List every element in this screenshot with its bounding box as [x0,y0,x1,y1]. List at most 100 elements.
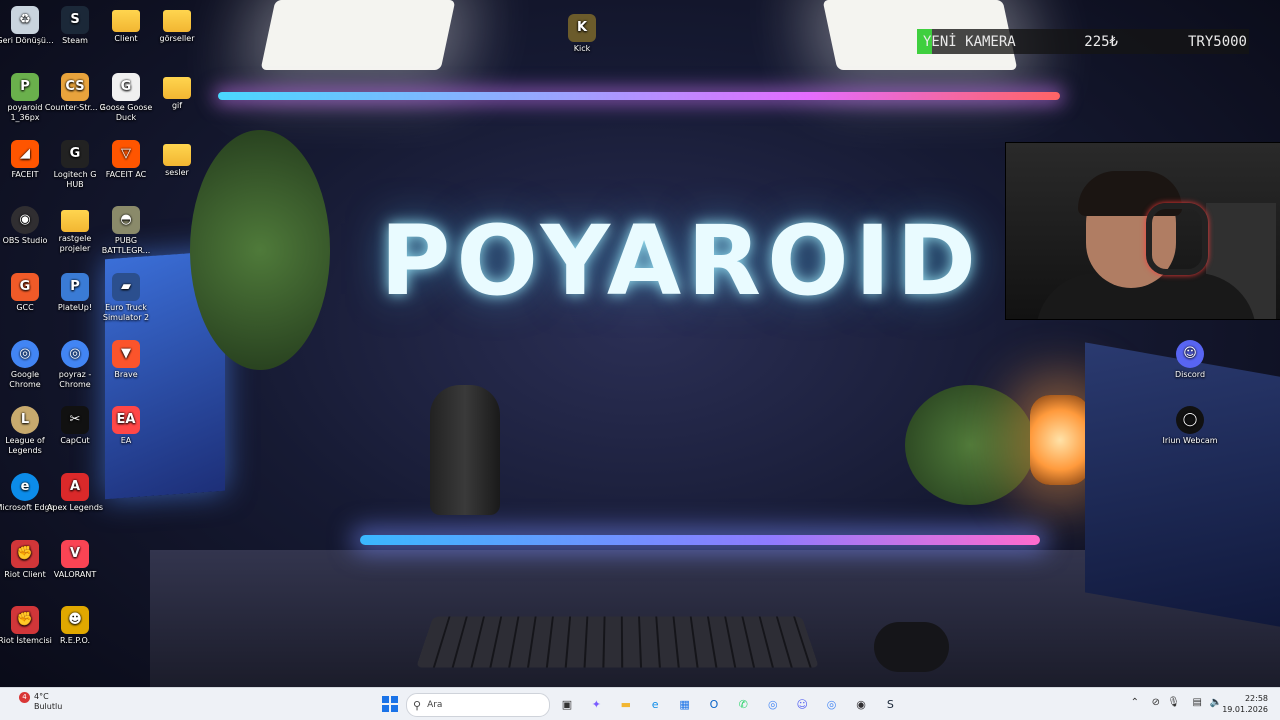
microphone-icon[interactable]: 🎙 [1167,697,1180,708]
clock[interactable]: 22:58 19.01.2026 [1222,693,1268,715]
riot-icon: ✊ [11,540,39,568]
neon-light-bar [218,92,1060,100]
taskbar-task-view-icon[interactable]: ▣ [557,694,577,714]
desktop-icon-kick[interactable]: K Kick [551,14,613,54]
start-button[interactable] [380,694,400,714]
desktop-icon-brave[interactable]: ▼ Brave [95,340,157,380]
taskbar-edge-icon[interactable]: e [645,694,665,714]
desktop-icon-folder[interactable]: sesler [146,140,208,178]
taskbar-search-box[interactable]: ⚲ Ara [406,693,550,717]
valorant-icon: V [61,540,89,568]
desktop-icon-discord[interactable]: ☺ Discord [1159,340,1221,380]
desktop-icon-label: R.E.P.O. [59,636,91,645]
desktop-icon-label: Apex Legends [46,503,104,512]
taskbar-file-explorer-icon[interactable]: ▬ [616,694,636,714]
desktop-icon-label: Iriun Webcam [1162,436,1218,445]
taskbar: 4 4°C Bulutlu ⚲ Ara ▣ ✦ ▬ e ▦ O ✆ ◎ ☺ ◎ ◉ S ⌃ ⊘ 🎙 ▤… [0,687,1280,720]
chrome-profile-icon: ◎ [61,340,89,368]
taskbar-chrome-profile-icon[interactable]: ◎ [822,694,842,714]
weather-temperature: 4°C [34,692,49,701]
steam-icon: S [61,6,89,34]
folder-icon [163,77,191,99]
desktop-icon-pubg[interactable]: ◓ PUBG BATTLEGR... [95,206,157,256]
folder-icon [163,144,191,166]
edge-icon: e [11,473,39,501]
chrome-icon: ◎ [11,340,39,368]
tray-overflow-chevron-icon[interactable]: ⌃ [1131,697,1139,708]
weather-widget[interactable]: 4 4°C Bulutlu [12,692,62,712]
webcam-headset [1146,203,1208,275]
logitech-icon: G [61,140,89,168]
taskbar-discord-icon[interactable]: ☺ [792,694,812,714]
windows-logo-icon [382,696,398,712]
desktop-icon-label: Euro Truck Simulator 2 [102,303,150,322]
goal-current-amount: 225₺ [1084,33,1118,50]
clock-time: 22:58 [1244,694,1268,703]
pubg-icon: ◓ [112,206,140,234]
discord-icon: ☺ [1176,340,1204,368]
wallpaper-plant-left [190,130,330,370]
counter-strike-icon: CS [61,73,89,101]
faceit-ac-icon: ▽ [112,140,140,168]
desktop-icon-apex[interactable]: A Apex Legends [44,473,106,513]
taskbar-steam-icon[interactable]: S [880,694,900,714]
desktop-icon-repo[interactable]: ☻ R.E.P.O. [44,606,106,646]
gcc-icon: G [11,273,39,301]
display-icon[interactable]: ▤ [1193,697,1202,708]
plateup-icon: P [61,273,89,301]
desktop-icon-ea[interactable]: EA EA [95,406,157,446]
repo-icon: ☻ [61,606,89,634]
desktop-icon-iriun[interactable]: ◯ Iriun Webcam [1159,406,1221,446]
wallpaper-keyboard [416,616,819,668]
desktop-icon-label: EA [120,436,132,445]
taskbar-copilot-icon[interactable]: ✦ [586,694,606,714]
search-placeholder: Ara [427,700,443,710]
donation-goal-bar: YENİ KAMERA 225₺ TRY5000 [917,29,1249,54]
recycle-bin-icon: ♻ [11,6,39,34]
truck-icon: ▰ [112,273,140,301]
neon-desk-light [360,535,1040,545]
desktop-icon-label: gif [171,101,183,110]
folder-icon [163,10,191,32]
desktop-icon-label: PUBG BATTLEGR... [101,236,151,255]
poyaroid-icon: P [11,73,39,101]
desktop-icon-label: VALORANT [53,570,97,579]
search-icon: ⚲ [413,698,422,712]
desktop-icon-folder[interactable]: gif [146,73,208,111]
taskbar-whatsapp-icon[interactable]: ✆ [733,694,753,714]
faceit-icon: ◢ [11,140,39,168]
network-icon[interactable]: ⊘ [1152,697,1160,708]
iriun-icon: ◯ [1176,406,1204,434]
brave-icon: ▼ [112,340,140,368]
desktop-icon-label: görseller [159,34,195,43]
volume-icon[interactable]: 🔈 [1210,697,1222,708]
apex-icon: A [61,473,89,501]
wallpaper-mouse [874,622,949,672]
wallpaper-microphone [430,385,500,515]
taskbar-outlook-icon[interactable]: O [704,694,724,714]
desktop-icon-truck[interactable]: ▰ Euro Truck Simulator 2 [95,273,157,323]
desktop-icon-label: Discord [1174,370,1206,379]
weather-condition: Bulutlu [34,702,63,711]
folder-icon [112,10,140,32]
weather-notification-badge: 4 [19,692,30,703]
riot-icon: ✊ [11,606,39,634]
webcam-overlay [1005,142,1280,320]
taskbar-chrome-icon[interactable]: ◎ [763,694,783,714]
taskbar-store-icon[interactable]: ▦ [675,694,695,714]
ea-icon: EA [112,406,140,434]
desktop-icon-valorant[interactable]: V VALORANT [44,540,106,580]
wallpaper-monitor-right [1085,342,1280,628]
wallpaper-plant-right [905,385,1035,505]
desktop-icon-folder[interactable]: görseller [146,6,208,44]
wallpaper-brand-text: POYAROID [380,205,983,317]
goal-target-amount: TRY5000 [1187,33,1247,50]
desktop-icon-label: Brave [114,370,138,379]
wallpaper-lantern [1030,395,1090,485]
taskbar-obs-icon[interactable]: ◉ [851,694,871,714]
desktop-icon-label: sesler [165,168,189,177]
ceiling-light-left [260,0,456,70]
league-icon: L [11,406,39,434]
capcut-icon: ✂ [61,406,89,434]
clock-date: 19.01.2026 [1222,705,1268,714]
